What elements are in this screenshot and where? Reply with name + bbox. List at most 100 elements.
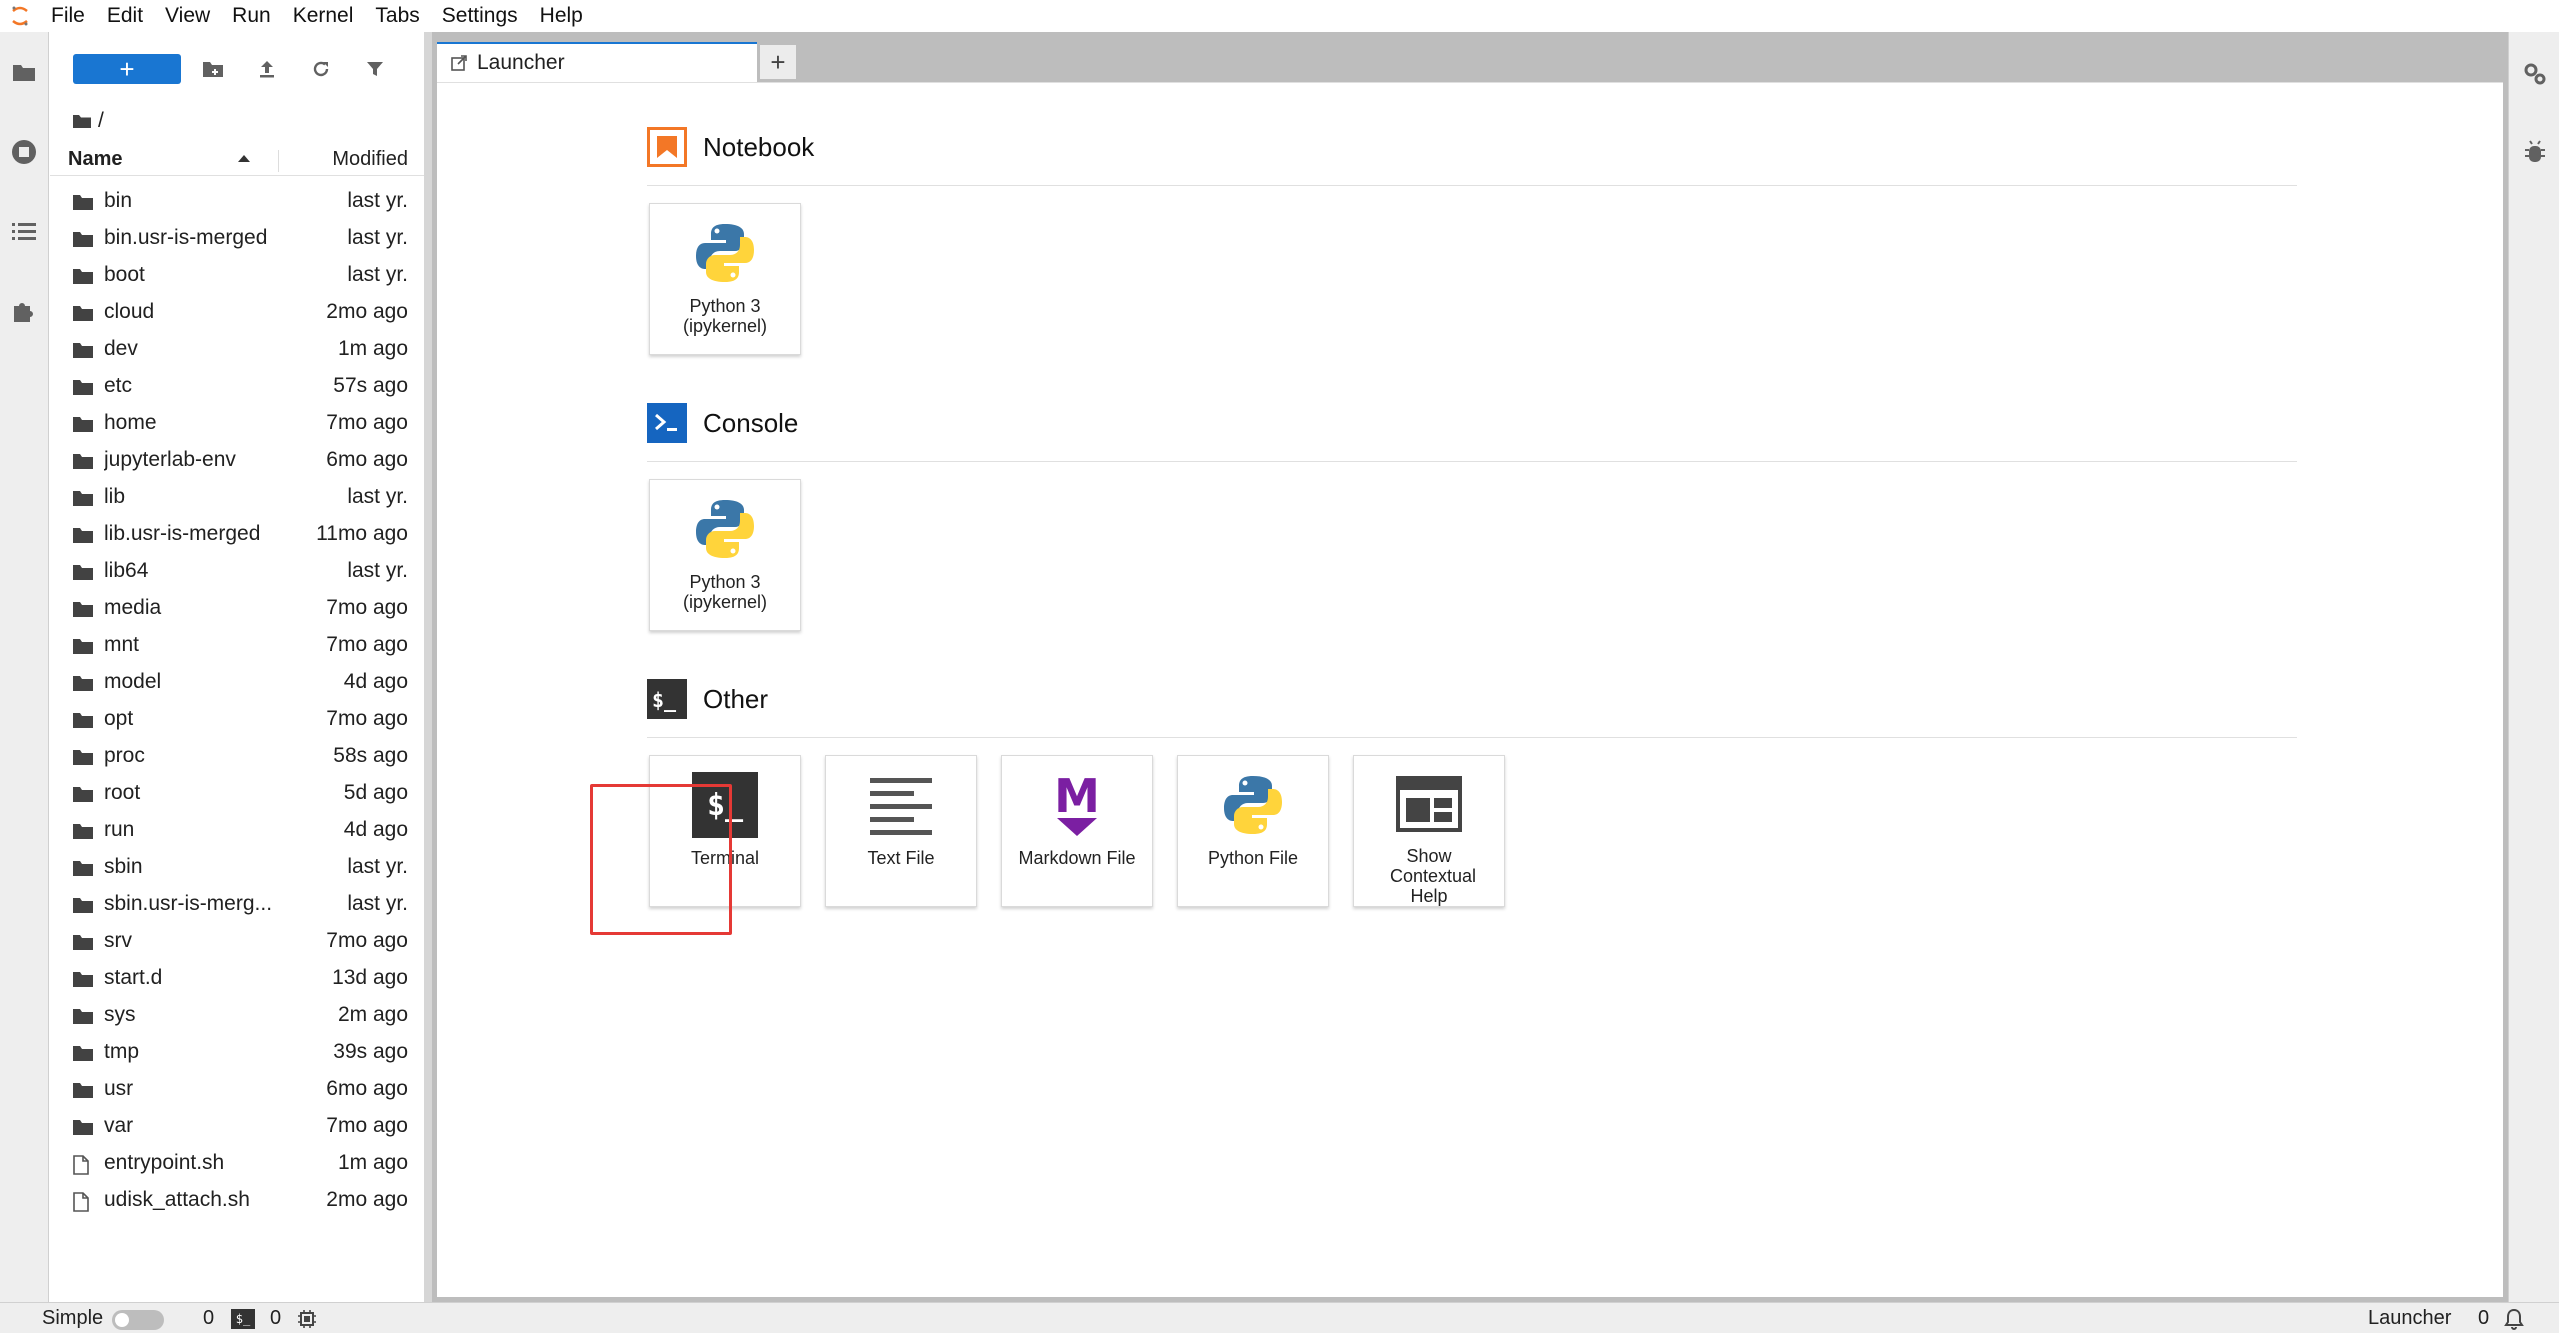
- toc-icon[interactable]: [8, 216, 40, 248]
- right-sidebar: [2508, 32, 2559, 1302]
- menu-tabs[interactable]: Tabs: [364, 0, 430, 32]
- filter-button[interactable]: [358, 54, 392, 84]
- column-name-header[interactable]: Name: [68, 148, 122, 171]
- launcher-card-python-file[interactable]: Python File: [1177, 755, 1329, 907]
- file-list-row[interactable]: boot last yr.: [50, 258, 424, 295]
- file-list-row[interactable]: home 7mo ago: [50, 406, 424, 443]
- file-modified: 7mo ago: [326, 411, 408, 434]
- menu-run[interactable]: Run: [221, 0, 282, 32]
- folder-icon: [72, 674, 94, 692]
- launcher-card-contextual-help[interactable]: Show Contextual Help: [1353, 755, 1505, 907]
- launcher-tab-icon: [451, 55, 467, 71]
- file-name: lib.usr-is-merged: [104, 522, 261, 545]
- file-list-row[interactable]: lib64 last yr.: [50, 554, 424, 591]
- launcher-card-text-file[interactable]: Text File: [825, 755, 977, 907]
- file-list-row[interactable]: var 7mo ago: [50, 1109, 424, 1146]
- file-list-row[interactable]: jupyterlab-env 6mo ago: [50, 443, 424, 480]
- file-list-row[interactable]: etc 57s ago: [50, 369, 424, 406]
- python-icon: [692, 218, 758, 288]
- file-list-row[interactable]: opt 7mo ago: [50, 702, 424, 739]
- menu-kernel[interactable]: Kernel: [282, 0, 365, 32]
- file-name: bin: [104, 189, 133, 212]
- cpu-icon: [297, 1309, 317, 1335]
- breadcrumb: /: [72, 106, 104, 136]
- sidebar-splitter[interactable]: [424, 32, 432, 1302]
- file-modified: 1m ago: [337, 337, 408, 360]
- add-tab-button[interactable]: +: [760, 45, 796, 79]
- folder-icon: [72, 637, 94, 655]
- tab-launcher[interactable]: Launcher: [437, 42, 757, 82]
- folder-icon[interactable]: [8, 56, 40, 88]
- property-inspector-icon[interactable]: [2519, 58, 2551, 90]
- new-launcher-button[interactable]: +: [73, 54, 181, 84]
- file-name: sbin: [104, 855, 143, 878]
- launcher-card-console-python3[interactable]: Python 3 (ipykernel): [649, 479, 801, 631]
- menu-file[interactable]: File: [40, 0, 96, 32]
- file-modified: 57s ago: [333, 374, 408, 397]
- section-divider: [647, 737, 2297, 738]
- terminals-count[interactable]: 0: [270, 1307, 281, 1330]
- file-list-row[interactable]: bin last yr.: [50, 184, 424, 221]
- file-list-row[interactable]: tmp 39s ago: [50, 1035, 424, 1072]
- file-list-row[interactable]: bin.usr-is-merged last yr.: [50, 221, 424, 258]
- refresh-button[interactable]: [304, 54, 338, 84]
- extension-icon[interactable]: [8, 294, 40, 326]
- refresh-icon: [313, 61, 329, 77]
- highlight-box: [590, 784, 732, 935]
- debugger-icon[interactable]: [2519, 136, 2551, 168]
- status-bar: Simple 0 $_ 0 Launcher 0: [0, 1302, 2559, 1333]
- section-title: Other: [703, 683, 769, 714]
- file-list-row[interactable]: dev 1m ago: [50, 332, 424, 369]
- column-divider[interactable]: [278, 150, 279, 172]
- menu-edit[interactable]: Edit: [96, 0, 154, 32]
- file-list-row[interactable]: sbin last yr.: [50, 850, 424, 887]
- menu-view[interactable]: View: [154, 0, 221, 32]
- card-label: Python 3 (ipykernel): [682, 572, 768, 612]
- new-folder-button[interactable]: [196, 54, 230, 84]
- file-list-row[interactable]: sbin.usr-is-merg... last yr.: [50, 887, 424, 924]
- notification-count[interactable]: 0: [2478, 1307, 2489, 1330]
- file-name: sys: [104, 1003, 136, 1026]
- file-list-row[interactable]: usr 6mo ago: [50, 1072, 424, 1109]
- folder-icon: [72, 1118, 94, 1136]
- file-list-row[interactable]: lib last yr.: [50, 480, 424, 517]
- file-list-row[interactable]: mnt 7mo ago: [50, 628, 424, 665]
- section-header: Console: [647, 401, 798, 445]
- file-list-row[interactable]: start.d 13d ago: [50, 961, 424, 998]
- file-list-row[interactable]: root 5d ago: [50, 776, 424, 813]
- file-list-row[interactable]: model 4d ago: [50, 665, 424, 702]
- simple-mode-toggle[interactable]: [112, 1310, 164, 1330]
- other-section-icon: $_: [647, 679, 687, 719]
- launcher-card-notebook-python3[interactable]: Python 3 (ipykernel): [649, 203, 801, 355]
- menu-settings[interactable]: Settings: [431, 0, 529, 32]
- toggle-knob: [115, 1313, 129, 1327]
- bell-icon[interactable]: [2504, 1308, 2524, 1336]
- file-list-row[interactable]: entrypoint.sh 1m ago: [50, 1146, 424, 1183]
- file-list-row[interactable]: udisk_attach.sh 2mo ago: [50, 1183, 424, 1220]
- kernels-count[interactable]: 0: [203, 1307, 214, 1330]
- file-modified: last yr.: [347, 855, 408, 878]
- menu-help[interactable]: Help: [529, 0, 594, 32]
- file-browser-toolbar: +: [50, 50, 424, 86]
- file-list-row[interactable]: sys 2m ago: [50, 998, 424, 1035]
- file-list-row[interactable]: srv 7mo ago: [50, 924, 424, 961]
- section-divider: [647, 461, 2297, 462]
- file-list-row[interactable]: run 4d ago: [50, 813, 424, 850]
- file-list-row[interactable]: proc 58s ago: [50, 739, 424, 776]
- file-list-row[interactable]: cloud 2mo ago: [50, 295, 424, 332]
- running-icon[interactable]: [8, 136, 40, 168]
- file-name: start.d: [104, 966, 163, 989]
- folder-icon: [72, 1044, 94, 1062]
- launcher-card-markdown-file[interactable]: M Markdown File: [1001, 755, 1153, 907]
- file-name: srv: [104, 929, 132, 952]
- launcher-section-other: $_ Other $_ Terminal Text File M Markdow…: [647, 677, 2297, 937]
- folder-icon: [72, 1081, 94, 1099]
- launcher-section-console: Console Python 3 (ipykernel): [647, 401, 2297, 641]
- file-name: run: [104, 818, 135, 841]
- column-modified-header[interactable]: Modified: [332, 148, 408, 171]
- upload-button[interactable]: [250, 54, 284, 84]
- breadcrumb-root[interactable]: /: [98, 109, 104, 133]
- file-list-row[interactable]: lib.usr-is-merged 11mo ago: [50, 517, 424, 554]
- file-list-row[interactable]: media 7mo ago: [50, 591, 424, 628]
- file-name: lib: [104, 485, 126, 508]
